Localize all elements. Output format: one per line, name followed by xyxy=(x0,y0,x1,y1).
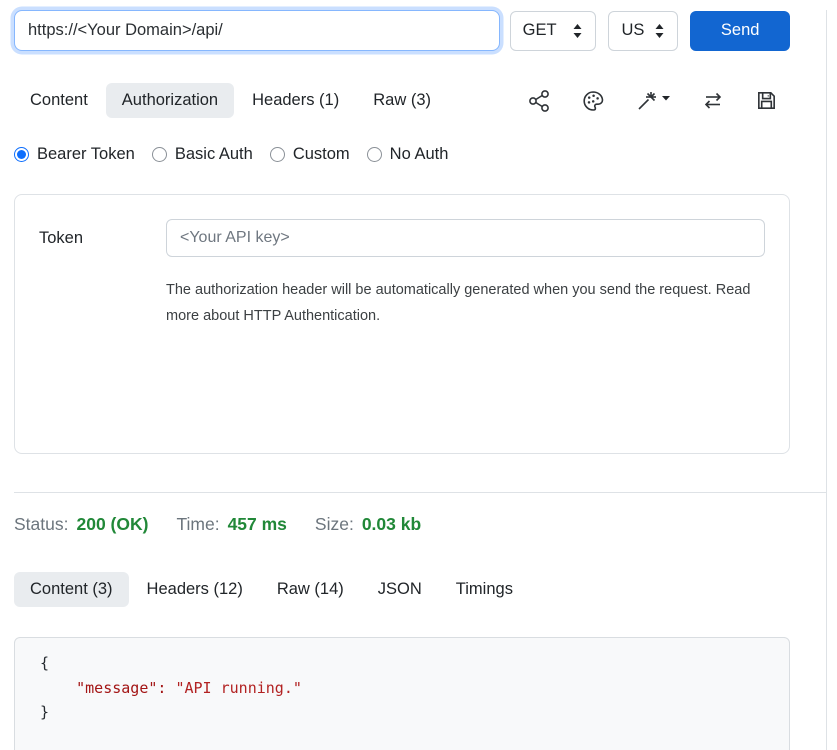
response-tabs: Content (3) Headers (12) Raw (14) JSON T… xyxy=(14,572,790,607)
token-panel: Token The authorization header will be a… xyxy=(14,194,790,454)
region-select[interactable]: US xyxy=(608,11,678,51)
page-edge-divider xyxy=(826,10,827,750)
token-field-row: Token xyxy=(39,219,765,257)
api-client-page: GET US Send Content Authorization Header… xyxy=(0,10,790,750)
updown-arrows-icon xyxy=(654,23,665,39)
time-group: Time: 457 ms xyxy=(176,514,286,535)
tab-content[interactable]: Content xyxy=(14,83,104,118)
url-input[interactable] xyxy=(14,10,500,51)
auth-option-label: Custom xyxy=(293,145,350,164)
magic-wand-dropdown-icon[interactable] xyxy=(635,89,671,113)
tab-headers[interactable]: Headers (1) xyxy=(236,83,355,118)
token-input[interactable] xyxy=(166,219,765,257)
send-button[interactable]: Send xyxy=(690,11,790,51)
brace-open: { xyxy=(40,654,49,672)
json-key: "message": xyxy=(76,679,166,697)
auth-type-options: Bearer Token Basic Auth Custom No Auth xyxy=(14,145,790,164)
region-select-value: US xyxy=(621,21,644,40)
time-label: Time: xyxy=(176,514,219,535)
auth-option-bearer[interactable]: Bearer Token xyxy=(14,145,135,164)
response-status-bar: Status: 200 (OK) Time: 457 ms Size: 0.03… xyxy=(14,514,790,535)
request-bar: GET US Send xyxy=(14,10,790,51)
response-body-panel: { "message": "API running." } xyxy=(14,637,790,750)
section-divider xyxy=(14,492,826,493)
resp-tab-headers[interactable]: Headers (12) xyxy=(131,572,259,607)
auth-option-label: No Auth xyxy=(390,145,449,164)
size-group: Size: 0.03 kb xyxy=(315,514,421,535)
auth-help-text: The authorization header will be automat… xyxy=(166,277,765,329)
tab-raw[interactable]: Raw (3) xyxy=(357,83,447,118)
json-value: "API running." xyxy=(175,679,301,697)
method-select-value: GET xyxy=(523,21,557,40)
share-icon[interactable] xyxy=(527,89,551,113)
status-value: 200 (OK) xyxy=(76,514,148,535)
radio-icon[interactable] xyxy=(152,147,167,162)
size-label: Size: xyxy=(315,514,354,535)
resp-tab-json[interactable]: JSON xyxy=(362,572,438,607)
tab-authorization[interactable]: Authorization xyxy=(106,83,234,118)
brace-close: } xyxy=(40,703,49,721)
swap-arrows-icon[interactable] xyxy=(701,89,725,113)
auth-option-label: Bearer Token xyxy=(37,145,135,164)
request-tabs: Content Authorization Headers (1) Raw (3… xyxy=(14,83,790,118)
auth-option-noauth[interactable]: No Auth xyxy=(367,145,449,164)
resp-tab-timings[interactable]: Timings xyxy=(440,572,529,607)
auth-option-basic[interactable]: Basic Auth xyxy=(152,145,253,164)
time-value: 457 ms xyxy=(228,514,287,535)
method-select[interactable]: GET xyxy=(510,11,597,51)
size-value: 0.03 kb xyxy=(362,514,421,535)
auth-option-label: Basic Auth xyxy=(175,145,253,164)
auth-option-custom[interactable]: Custom xyxy=(270,145,350,164)
radio-icon[interactable] xyxy=(270,147,285,162)
response-json: { "message": "API running." } xyxy=(40,651,789,725)
radio-selected-icon[interactable] xyxy=(14,147,29,162)
updown-arrows-icon xyxy=(572,23,583,39)
status-group: Status: 200 (OK) xyxy=(14,514,148,535)
status-label: Status: xyxy=(14,514,68,535)
request-toolbar xyxy=(527,89,790,113)
radio-icon[interactable] xyxy=(367,147,382,162)
palette-icon[interactable] xyxy=(581,89,605,113)
token-label: Token xyxy=(39,229,166,248)
resp-tab-raw[interactable]: Raw (14) xyxy=(261,572,360,607)
save-icon[interactable] xyxy=(755,89,778,112)
resp-tab-content[interactable]: Content (3) xyxy=(14,572,129,607)
